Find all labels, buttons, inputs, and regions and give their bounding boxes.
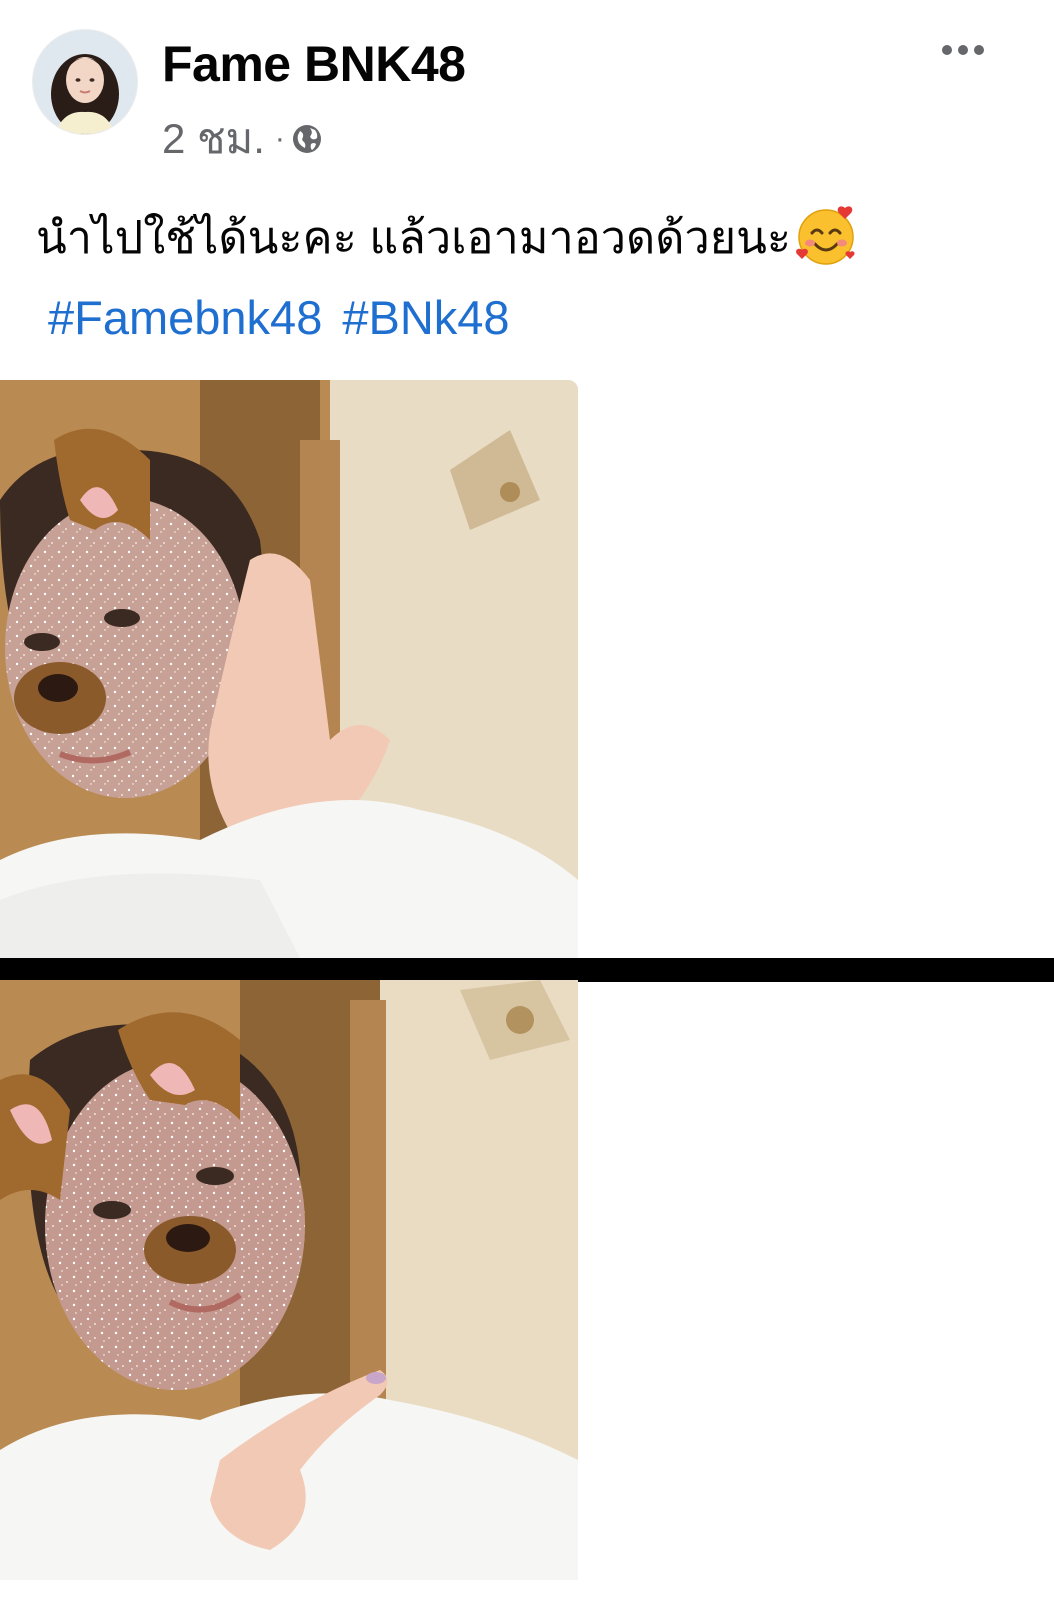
post-photo-top[interactable] bbox=[0, 380, 578, 958]
hashtag-famebnk48[interactable]: #Famebnk48 bbox=[48, 291, 322, 344]
more-options-icon bbox=[942, 45, 984, 55]
avatar-image bbox=[33, 30, 137, 134]
post-header: Fame BNK48 2 ชม. · bbox=[0, 0, 1054, 180]
smiling-face-with-hearts-icon bbox=[796, 206, 855, 265]
meta-separator: · bbox=[274, 122, 285, 155]
photo-top-image bbox=[0, 380, 578, 958]
globe-icon bbox=[292, 125, 321, 153]
author-name[interactable]: Fame BNK48 bbox=[162, 34, 466, 94]
author-avatar[interactable] bbox=[33, 30, 137, 134]
post-meta: 2 ชม. · bbox=[162, 114, 323, 164]
post-body: นำไปใช้ได้นะคะ แล้วเอามาอวดด้วยนะ bbox=[36, 211, 792, 263]
hashtag-bnk48[interactable]: #BNk48 bbox=[342, 291, 509, 344]
post-time[interactable]: 2 ชม. bbox=[162, 114, 265, 164]
post-text: นำไปใช้ได้นะคะ แล้วเอามาอวดด้วยนะ bbox=[36, 206, 1026, 274]
hashtags: #Famebnk48 #BNk48 bbox=[48, 288, 530, 348]
more-options-button[interactable] bbox=[928, 30, 998, 70]
post-photo-bottom[interactable] bbox=[0, 980, 578, 1580]
divider-bar bbox=[0, 958, 1054, 982]
photo-bottom-image bbox=[0, 980, 578, 1580]
